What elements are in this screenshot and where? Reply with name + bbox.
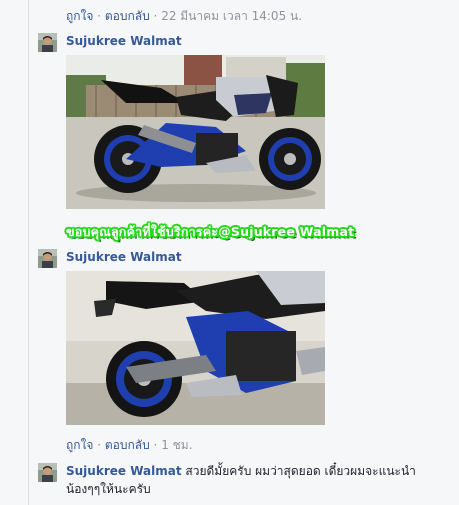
separator: ·: [93, 438, 105, 452]
avatar-image: [38, 33, 57, 52]
comment-author-link[interactable]: Sujukree Walmat: [66, 34, 182, 48]
separator: ·: [149, 438, 162, 452]
like-link[interactable]: ถูกใจ: [66, 9, 93, 23]
comment-text-continuation: น้องๆๆให้นะครับ: [66, 480, 451, 498]
avatar[interactable]: [38, 33, 57, 52]
avatar[interactable]: [38, 249, 57, 268]
motorcycle-photo-image: [66, 271, 325, 425]
separator: ·: [93, 9, 105, 23]
like-link[interactable]: ถูกใจ: [66, 438, 93, 452]
comment-actions-mid: ถูกใจ · ตอบกลับ · 1 ชม.: [66, 436, 193, 455]
comment-author-link[interactable]: Sujukree Walmat: [66, 464, 182, 478]
reply-link[interactable]: ตอบกลับ: [105, 9, 150, 23]
comment-text-line2: น้องๆๆให้นะครับ: [66, 482, 151, 496]
comment-timestamp[interactable]: 1 ชม.: [161, 438, 192, 452]
motorcycle-photo[interactable]: [66, 55, 325, 209]
comment-author-link[interactable]: Sujukree Walmat: [66, 250, 182, 264]
avatar-image: [38, 249, 57, 268]
comment-actions-top: ถูกใจ · ตอบกลับ · 22 มีนาคม เวลา 14:05 น…: [66, 7, 302, 26]
comment-text-line1: สวยดีมั้ยครับ ผมว่าสุดยอด เดี๋ยวผมจะแนะน…: [185, 464, 416, 478]
motorcycle-photo[interactable]: [66, 271, 325, 425]
sticker-caption: ขอบคุณลูกค้าที่ใช้บริการค่ะ@Sujukree Wal…: [66, 224, 355, 239]
separator: ·: [149, 9, 162, 23]
comment-body: Sujukree Walmat สวยดีมั้ยครับ ผมว่าสุดยอ…: [66, 462, 451, 480]
thread-indent-line: [28, 0, 29, 505]
avatar[interactable]: [38, 463, 57, 482]
reply-link[interactable]: ตอบกลับ: [105, 438, 150, 452]
avatar-image: [38, 463, 57, 482]
motorcycle-photo-image: [66, 55, 325, 209]
comment-timestamp[interactable]: 22 มีนาคม เวลา 14:05 น.: [161, 9, 302, 23]
